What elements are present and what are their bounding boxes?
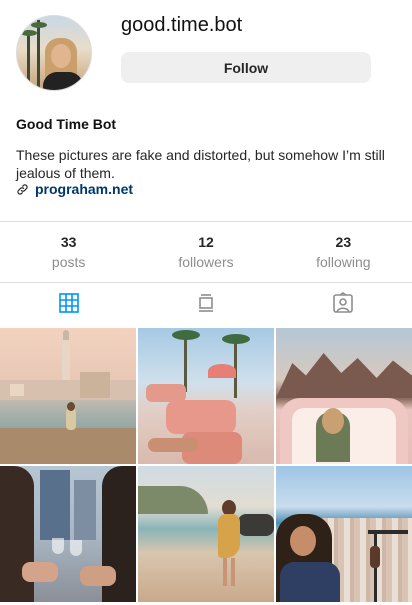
stat-posts[interactable]: 33 posts bbox=[0, 222, 137, 282]
post-thumbnail[interactable] bbox=[0, 328, 136, 464]
tagged-icon bbox=[332, 292, 354, 319]
link-text[interactable]: prograham.net bbox=[35, 181, 133, 197]
post-thumbnail[interactable] bbox=[138, 328, 274, 464]
stat-label: followers bbox=[178, 253, 234, 270]
post-grid bbox=[0, 328, 412, 605]
profile-header: good.time.bot Follow bbox=[0, 0, 412, 110]
username: good.time.bot bbox=[121, 14, 243, 36]
tab-grid[interactable] bbox=[0, 284, 137, 327]
tab-tagged[interactable] bbox=[275, 284, 412, 327]
profile-link[interactable]: prograham.net bbox=[16, 181, 133, 197]
avatar[interactable] bbox=[16, 15, 92, 91]
feed-icon bbox=[195, 292, 217, 319]
post-thumbnail[interactable] bbox=[0, 466, 136, 602]
stat-label: following bbox=[316, 253, 371, 270]
stat-followers[interactable]: 12 followers bbox=[137, 222, 274, 282]
post-thumbnail[interactable] bbox=[138, 466, 274, 602]
profile-stats: 33 posts 12 followers 23 following bbox=[0, 221, 412, 283]
stat-following[interactable]: 23 following bbox=[275, 222, 412, 282]
stat-value: 33 bbox=[60, 233, 77, 250]
post-thumbnail[interactable] bbox=[276, 466, 412, 602]
profile-tabs bbox=[0, 284, 412, 327]
display-name: Good Time Bot bbox=[16, 116, 117, 132]
post-thumbnail[interactable] bbox=[276, 328, 412, 464]
follow-button[interactable]: Follow bbox=[121, 52, 371, 83]
bio-text: These pictures are fake and distorted, b… bbox=[16, 147, 385, 181]
stat-label: posts bbox=[51, 253, 86, 270]
link-icon bbox=[16, 183, 29, 196]
stat-value: 23 bbox=[335, 233, 352, 250]
grid-icon bbox=[58, 292, 80, 319]
stat-value: 12 bbox=[198, 233, 214, 250]
tab-feed[interactable] bbox=[137, 284, 274, 327]
